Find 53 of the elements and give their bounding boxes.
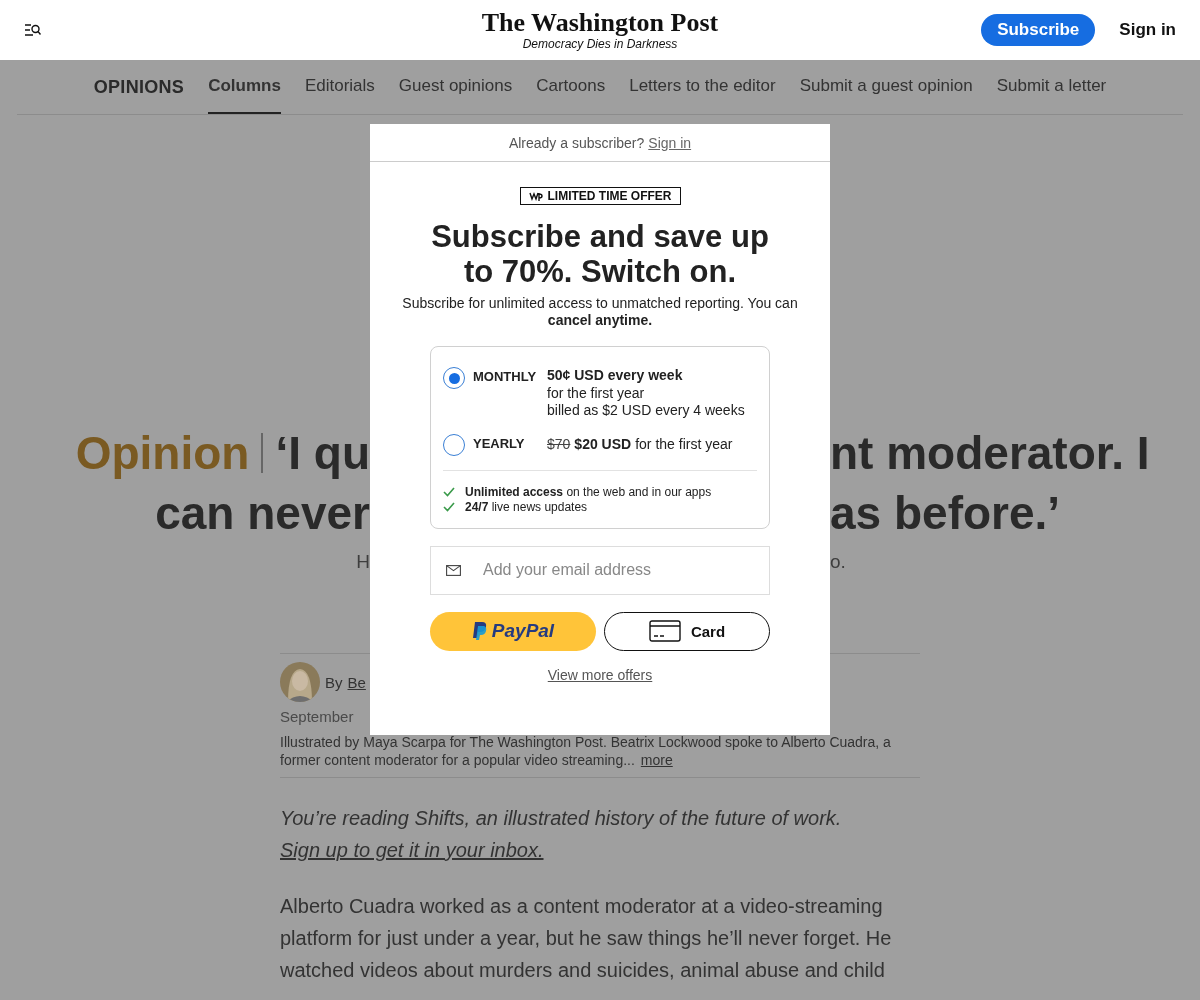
- feature-text: Unlimited access on the web and in our apps: [465, 484, 712, 499]
- plan-name: MONTHLY: [473, 368, 538, 386]
- headline-text: as before.’: [830, 486, 1061, 540]
- nav-tab[interactable]: Submit a letter: [996, 60, 1107, 114]
- card-button[interactable]: Card: [604, 611, 770, 651]
- price: $20 USD: [574, 434, 632, 454]
- monogram-icon: [528, 191, 543, 201]
- nav-tab[interactable]: Cartoons: [536, 60, 606, 114]
- old-price: $70: [547, 434, 571, 454]
- logo[interactable]: The Washington Post: [481, 9, 719, 37]
- plan-name: YEARLY: [473, 434, 526, 453]
- date-text: September: [280, 708, 355, 725]
- offer-badge: LIMITED TIME OFFER: [519, 187, 681, 205]
- more-link[interactable]: more: [640, 752, 673, 768]
- intro-text: You’re reading Shifts, an illustrated history of the future of work. Sign up to get it in your inbox.: [280, 806, 843, 863]
- price-detail: for the first year: [547, 384, 646, 402]
- nav-tab[interactable]: Editorials: [304, 60, 375, 114]
- nav-tab[interactable]: Guest opinions: [398, 60, 513, 114]
- price-detail: billed as $2 USD every 4 weeks: [547, 402, 746, 420]
- article-paragraph: Alberto Cuadra worked as a content moderator at a video-streaming platform for just under a year, but he saw things he’ll never forget. He watched videos about murders and suicides, animal abuse and child: [280, 894, 893, 983]
- subheadline-text: H: [356, 550, 370, 574]
- check-icon: [443, 501, 455, 512]
- feature-text: 24/7 live news updates: [465, 499, 588, 514]
- paypal-button[interactable]: PayPal: [430, 611, 596, 651]
- price: 50¢ USD every week: [547, 367, 684, 385]
- author-link[interactable]: Be: [347, 673, 366, 691]
- signup-link[interactable]: Sign up to get it in your inbox.: [280, 839, 544, 861]
- search-menu-icon[interactable]: [24, 23, 41, 37]
- credit-card-icon: [648, 620, 681, 642]
- sign-in-link[interactable]: Sign in: [648, 134, 692, 151]
- offer-description: Subscribe for unlimited access to unmatched reporting. You can cancel anytime.: [401, 295, 799, 329]
- subscriber-prompt: Already a subscriber?: [508, 134, 645, 151]
- offer-title: Subscribe and save up to 70%. Switch on.: [430, 219, 770, 289]
- mail-icon: [446, 564, 461, 576]
- sign-in-button[interactable]: Sign in: [1119, 20, 1176, 40]
- paypal-logo-icon: [471, 621, 488, 641]
- more-offers-link[interactable]: View more offers: [547, 666, 653, 683]
- nav-tab[interactable]: Letters to the editor: [629, 60, 776, 114]
- headline-text: can never: [155, 486, 370, 540]
- subscribe-button[interactable]: Subscribe: [981, 14, 1096, 46]
- headline-text: nt moderator. I: [830, 426, 1150, 480]
- email-field[interactable]: Add your email address: [430, 545, 770, 595]
- subheadline-text: o.: [830, 550, 846, 574]
- price-note: for the first year: [635, 434, 733, 454]
- opinion-label: Opinion: [75, 426, 250, 480]
- check-icon: [443, 486, 455, 497]
- nav-tab[interactable]: Submit a guest opinion: [799, 60, 973, 114]
- tagline: Democracy Dies in Darkness: [522, 37, 678, 51]
- section-title: OPINIONS: [93, 76, 185, 98]
- byline-text: By: [325, 673, 343, 691]
- caption-text: Illustrated by Maya Scarpa for The Washington Post. Beatrix Lockwood spoke to Alberto Cuadra, a former content moderator for a popular video streaming... more: [280, 733, 892, 769]
- headline-text: ‘I qu: [275, 426, 370, 480]
- nav-tab[interactable]: Columns: [208, 60, 281, 114]
